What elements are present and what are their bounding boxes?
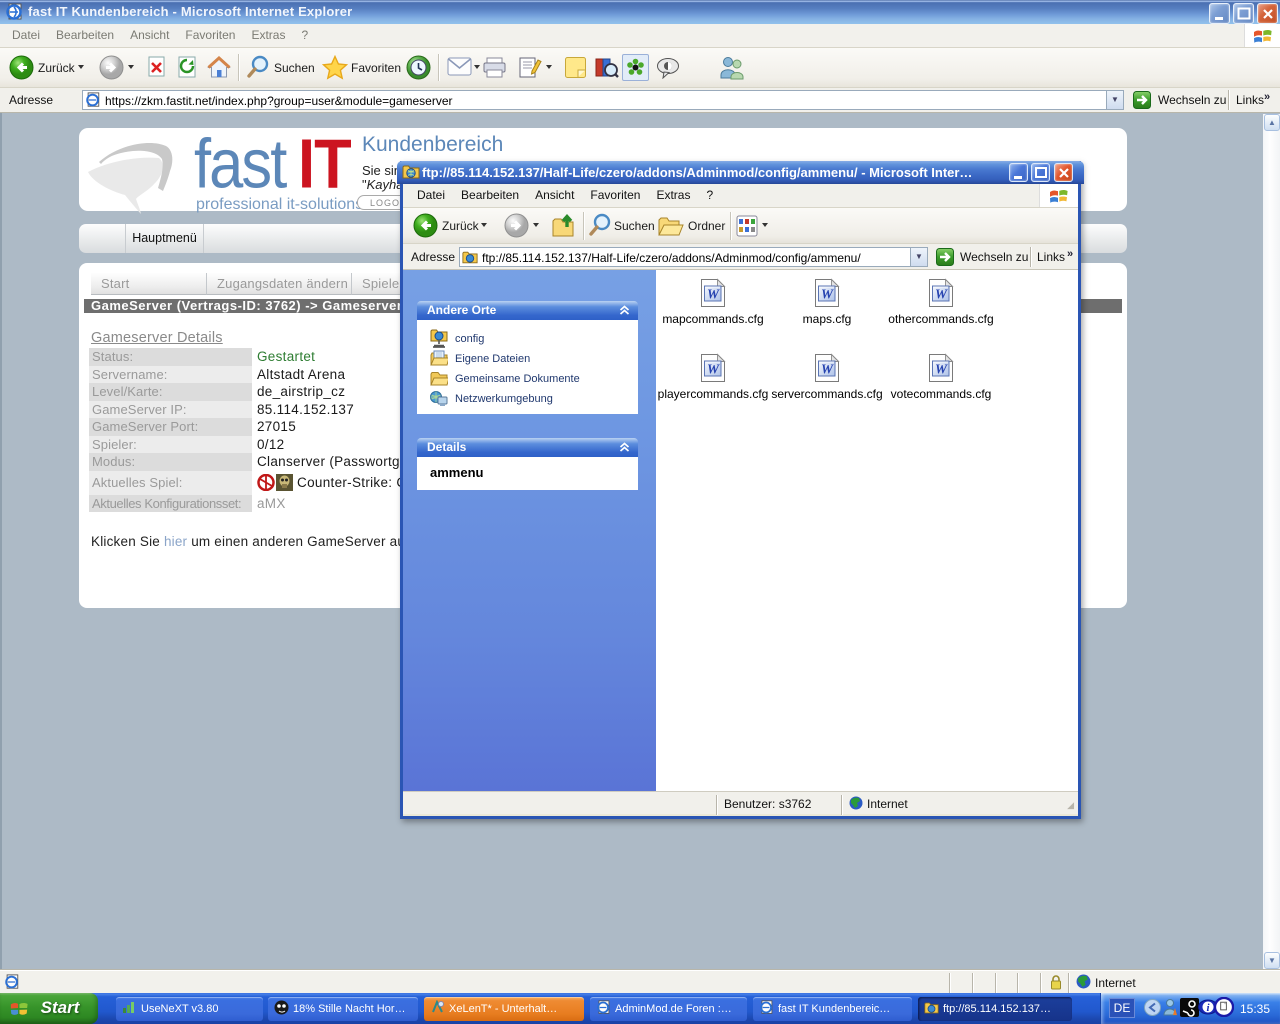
svg-text:W: W	[821, 287, 834, 302]
svg-text:W: W	[935, 362, 948, 377]
svg-text:W: W	[707, 287, 720, 302]
svg-text:W: W	[935, 287, 948, 302]
svg-text:W: W	[707, 362, 720, 377]
svg-text:W: W	[821, 362, 834, 377]
